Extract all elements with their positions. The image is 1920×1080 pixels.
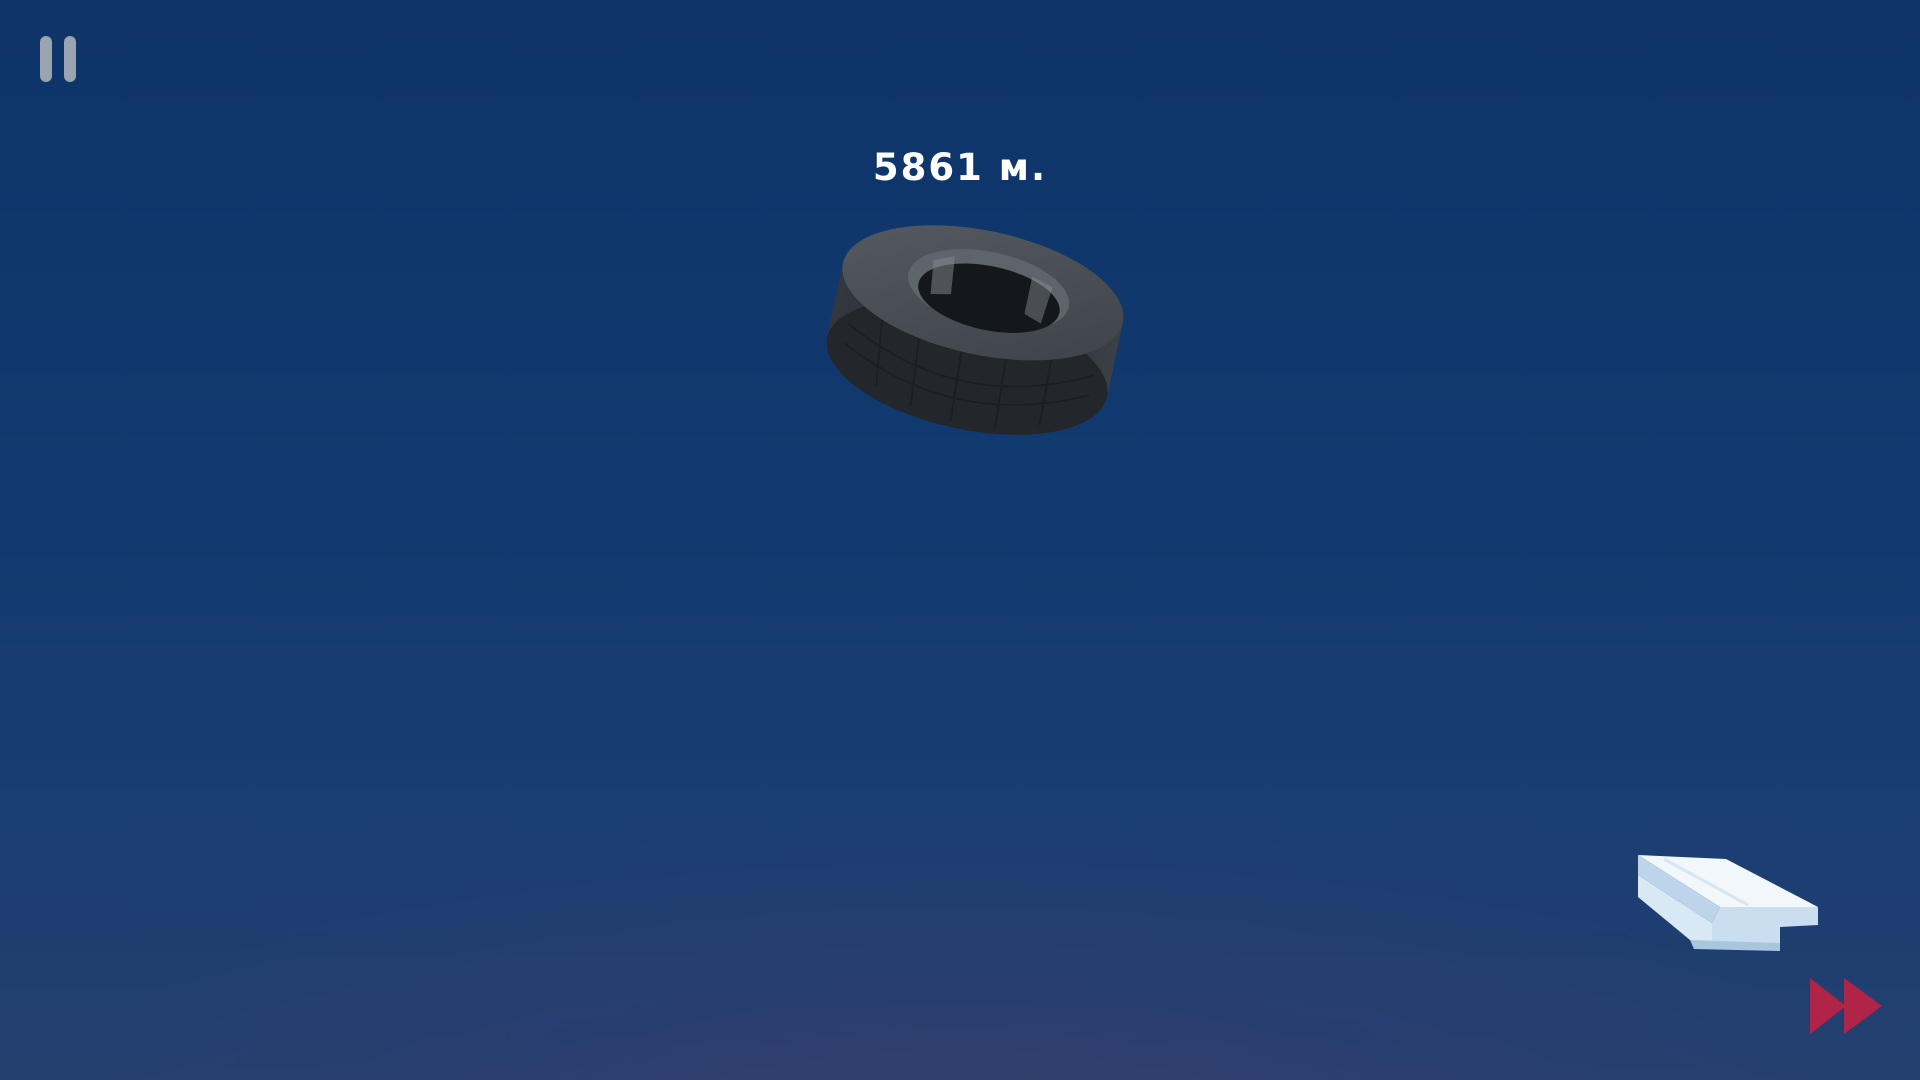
distance-label: 5861 м. — [872, 146, 1048, 189]
pause-button[interactable] — [38, 34, 80, 84]
pause-icon — [38, 34, 80, 84]
tire — [826, 225, 1124, 435]
fast-forward-icon — [1810, 978, 1882, 1034]
fast-forward-button[interactable] — [1808, 976, 1888, 1036]
ice-block — [1638, 855, 1818, 951]
